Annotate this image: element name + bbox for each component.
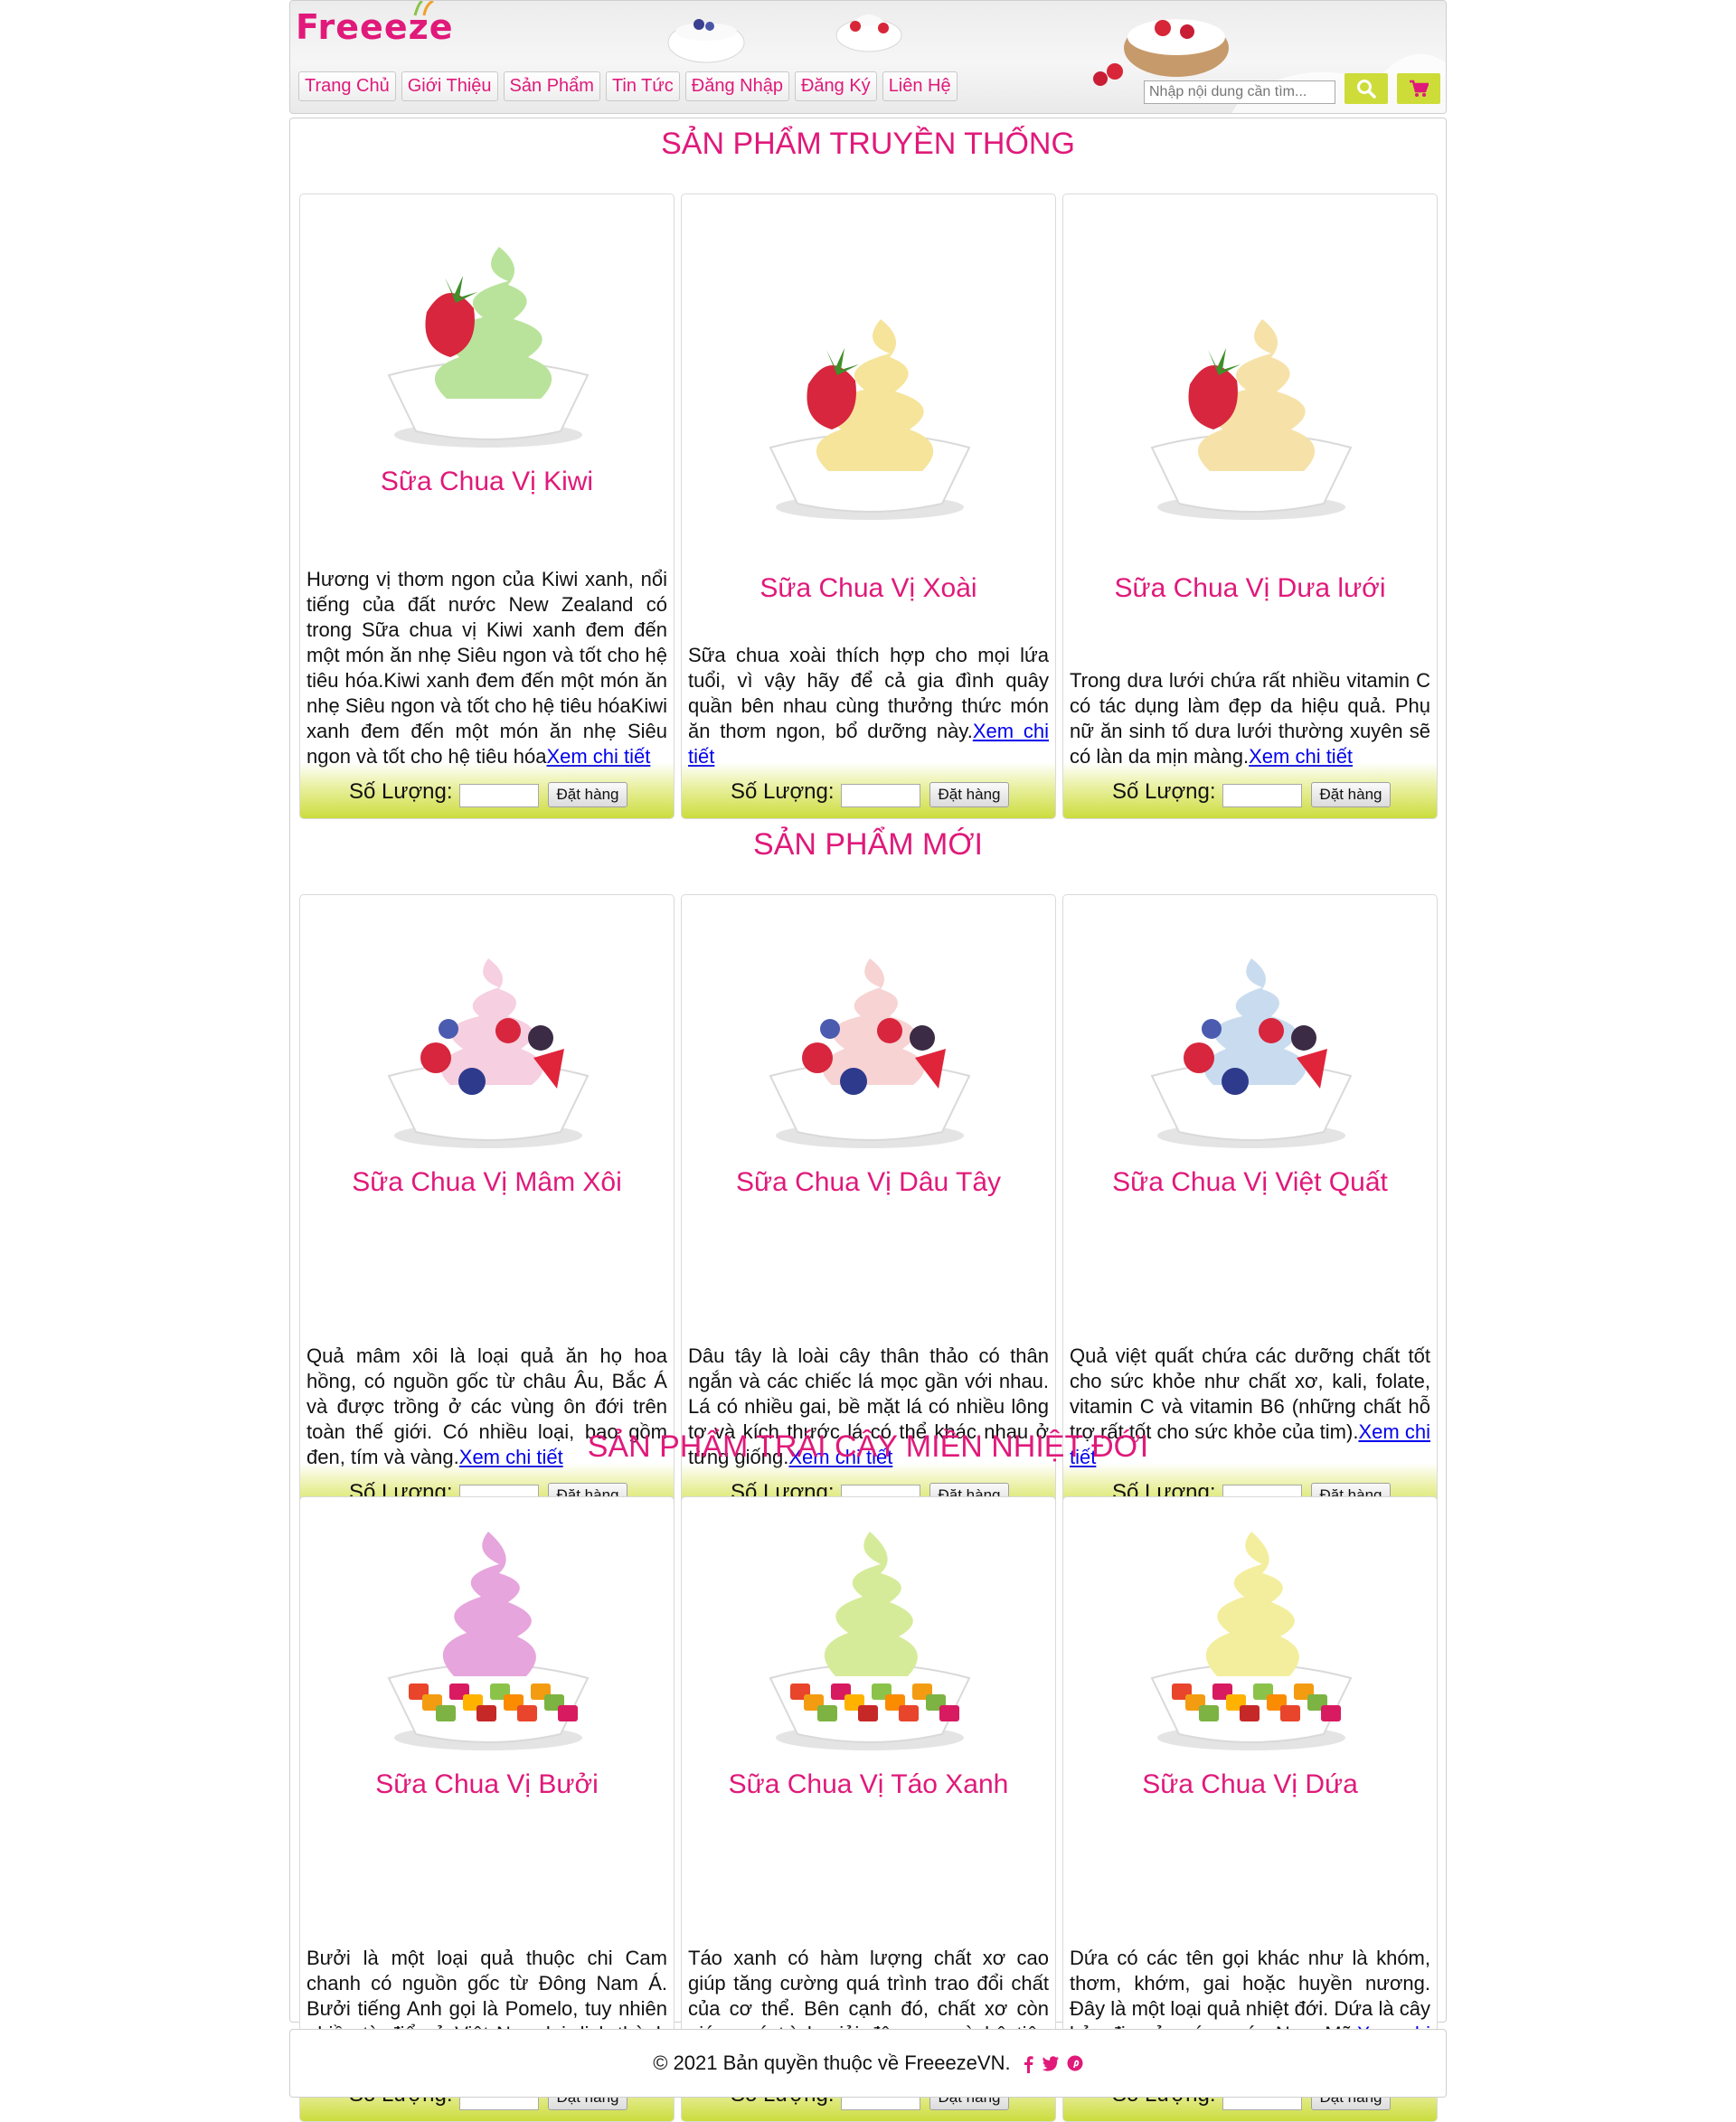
quantity-label: Số Lượng: <box>349 779 453 804</box>
product-image[interactable] <box>754 922 985 1157</box>
product-image[interactable] <box>373 922 603 1157</box>
product-name[interactable]: Sữa Chua Vị Bưởi <box>300 1768 674 1801</box>
nav-about[interactable]: Giới Thiệu <box>401 71 498 101</box>
product-image[interactable] <box>1136 1524 1366 1759</box>
product-name[interactable]: Sữa Chua Vị Táo Xanh <box>682 1768 1055 1801</box>
product-description: Hương vị thơm ngon của Kiwi xanh, nổi ti… <box>307 567 667 769</box>
copyright-text: © 2021 Bản quyền thuộc về FreeezeVN. <box>653 2051 1011 2074</box>
product-description: Trong dưa lưới chứa rất nhiều vitamin C … <box>1070 668 1430 769</box>
order-bar: Số Lượng: Đặt hàng <box>300 762 674 818</box>
product-name[interactable]: Sữa Chua Vị Kiwi <box>300 466 674 498</box>
quantity-label: Số Lượng: <box>1112 779 1216 804</box>
nav-news[interactable]: Tin Tức <box>605 71 680 101</box>
nav-products[interactable]: Sản Phẩm <box>503 71 600 101</box>
site-footer: © 2021 Bản quyền thuộc về FreeezeVN. <box>289 2029 1447 2098</box>
product-card-xoai: Sữa Chua Vị Xoài Sữa chua xoài thích hợp … <box>681 193 1056 819</box>
cart-button[interactable] <box>1397 73 1440 104</box>
product-name[interactable]: Sữa Chua Vị Xoài <box>682 572 1055 605</box>
search-button[interactable] <box>1344 73 1388 104</box>
search-icon <box>1357 80 1376 99</box>
section-title: SẢN PHẨM TRÁI CÂY MIỀN NHIỆT ĐỚI <box>587 1429 1149 1464</box>
product-name[interactable]: Sữa Chua Vị Dâu Tây <box>682 1166 1055 1199</box>
pinterest-icon[interactable] <box>1067 2055 1083 2071</box>
site-header: Freeeze Trang Chủ Giới Thiệu Sản Phẩm Ti… <box>289 0 1447 114</box>
quantity-input[interactable] <box>841 784 920 807</box>
product-catalog: SẢN PHẨM TRUYỀN THỐNG Sữa Chua Vị Kiwi Hươ… <box>289 118 1447 2122</box>
product-card-kiwi: Sữa Chua Vị Kiwi Hương vị thơm ngon của K… <box>299 193 675 819</box>
product-image[interactable] <box>373 1524 603 1759</box>
facebook-icon[interactable] <box>1022 2055 1034 2074</box>
product-image[interactable] <box>1136 294 1366 529</box>
product-image[interactable] <box>373 222 603 457</box>
order-button[interactable]: Đặt hàng <box>929 782 1009 807</box>
nav-contact[interactable]: Liên Hệ <box>882 71 958 101</box>
order-bar: Số Lượng: Đặt hàng <box>1063 762 1437 818</box>
site-logo[interactable]: Freeeze <box>296 1 453 50</box>
nav-login[interactable]: Đăng Nhập <box>684 71 789 101</box>
quantity-input[interactable] <box>1222 784 1302 807</box>
product-name[interactable]: Sữa Chua Vị Dứa <box>1063 1768 1437 1801</box>
search-input[interactable] <box>1144 80 1335 104</box>
product-description-text: Hương vị thơm ngon của Kiwi xanh, nổi ti… <box>307 568 667 768</box>
cart-icon <box>1410 80 1429 97</box>
product-image[interactable] <box>1136 922 1366 1157</box>
product-card-mam-xoi: Sữa Chua Vị Mâm Xôi Quả mâm xôi là loại q… <box>299 894 675 1520</box>
section-title: SẢN PHẨM TRUYỀN THỐNG <box>661 127 1075 161</box>
order-button[interactable]: Đặt hàng <box>1311 782 1391 807</box>
twitter-icon[interactable] <box>1042 2055 1060 2071</box>
nav-register[interactable]: Đăng Ký <box>794 71 877 101</box>
product-name[interactable]: Sữa Chua Vị Mâm Xôi <box>300 1166 674 1199</box>
nav-home[interactable]: Trang Chủ <box>298 71 396 101</box>
social-links <box>1022 2055 1083 2074</box>
product-card-dau-tay: Sữa Chua Vị Dâu Tây Dâu tây là loài cây t… <box>681 894 1056 1520</box>
quantity-input[interactable] <box>459 784 539 807</box>
quantity-label: Số Lượng: <box>731 779 835 804</box>
product-card-viet-quat: Sữa Chua Vị Việt Quất Quả việt quất chứa … <box>1062 894 1438 1520</box>
product-card-dua-luoi: Sữa Chua Vị Dưa lưới Trong dưa lưới chứa … <box>1062 193 1438 819</box>
product-name[interactable]: Sữa Chua Vị Dưa lưới <box>1063 572 1437 605</box>
leaf-icon <box>413 1 434 16</box>
main-nav: Trang Chủ Giới Thiệu Sản Phẩm Tin Tức Đă… <box>298 71 958 101</box>
product-description: Sữa chua xoài thích hợp cho mọi lứa tuổi… <box>688 643 1049 769</box>
product-image[interactable] <box>754 1524 985 1759</box>
order-button[interactable]: Đặt hàng <box>548 782 627 807</box>
product-image[interactable] <box>754 294 985 529</box>
order-bar: Số Lượng: Đặt hàng <box>682 762 1055 818</box>
product-name[interactable]: Sữa Chua Vị Việt Quất <box>1063 1166 1437 1199</box>
section-title: SẢN PHẨM MỚI <box>753 827 983 862</box>
